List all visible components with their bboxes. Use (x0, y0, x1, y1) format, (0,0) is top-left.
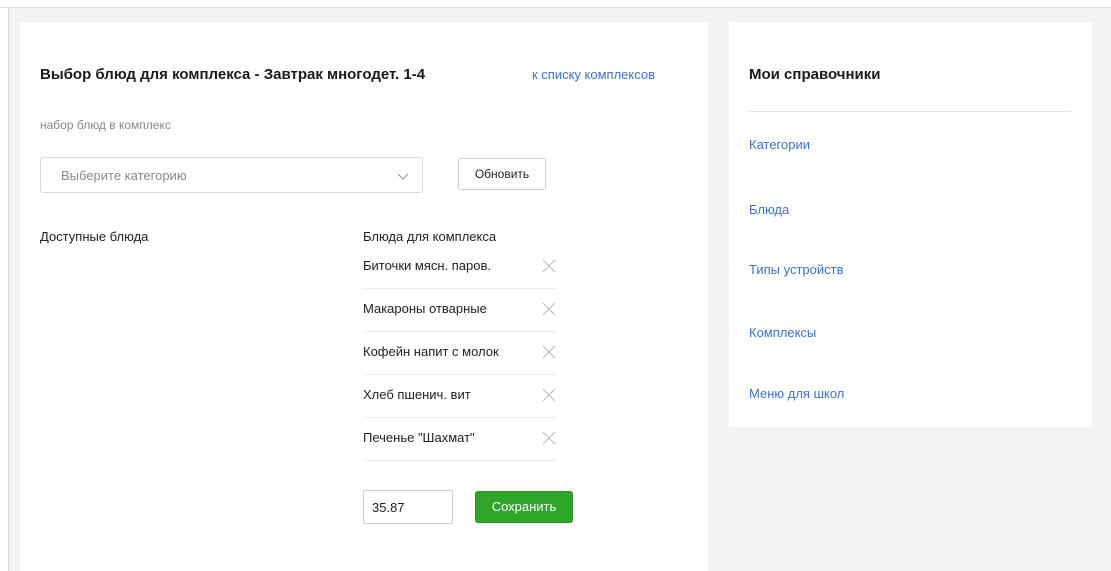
list-item: Макароны отварные (363, 289, 556, 332)
close-icon[interactable] (542, 259, 556, 273)
back-to-complexes-link[interactable]: к списку комплексов (532, 67, 655, 82)
sidebar-title: Мои справочники (749, 66, 881, 83)
category-select[interactable]: Выберите категорию (40, 157, 423, 193)
page-title: Выбор блюд для комплекса - Завтрак много… (40, 66, 426, 83)
my-directories-panel: Мои справочники Категории Блюда Типы уст… (729, 22, 1092, 427)
sidebar-item-complexes[interactable]: Комплексы (749, 325, 816, 340)
dish-name: Кофейн напит с молок (363, 344, 499, 359)
chevron-down-icon (397, 173, 409, 180)
price-input[interactable] (363, 490, 453, 524)
dish-name: Биточки мясн. паров. (363, 258, 492, 273)
available-dishes-label: Доступные блюда (40, 229, 149, 244)
list-item: Биточки мясн. паров. (363, 246, 556, 289)
dish-name: Макароны отварные (363, 301, 487, 316)
list-item: Печенье "Шахмат" (363, 418, 556, 461)
close-icon[interactable] (542, 431, 556, 445)
list-item: Кофейн напит с молок (363, 332, 556, 375)
sidebar-divider (749, 111, 1071, 112)
list-item: Хлеб пшенич. вит (363, 375, 556, 418)
sidebar-item-dishes[interactable]: Блюда (749, 202, 789, 217)
dish-selection-panel: Выбор блюд для комплекса - Завтрак много… (20, 22, 708, 571)
update-button[interactable]: Обновить (458, 158, 546, 190)
close-icon[interactable] (542, 388, 556, 402)
close-icon[interactable] (542, 345, 556, 359)
section-subtitle: набор блюд в комплекс (40, 118, 171, 132)
sidebar-item-device-types[interactable]: Типы устройств (749, 262, 844, 277)
sidebar-item-categories[interactable]: Категории (749, 137, 810, 152)
dish-name: Печенье "Шахмат" (363, 430, 475, 445)
category-select-placeholder: Выберите категорию (61, 168, 187, 183)
top-border (0, 0, 1111, 8)
close-icon[interactable] (542, 302, 556, 316)
dish-name: Хлеб пшенич. вит (363, 387, 471, 402)
complex-dishes-label: Блюда для комплекса (363, 229, 497, 244)
complex-dish-list: Биточки мясн. паров. Макароны отварные К… (363, 246, 556, 461)
save-button[interactable]: Сохранить (475, 491, 573, 523)
sidebar-item-school-menu[interactable]: Меню для школ (749, 386, 844, 401)
left-border (0, 8, 9, 571)
